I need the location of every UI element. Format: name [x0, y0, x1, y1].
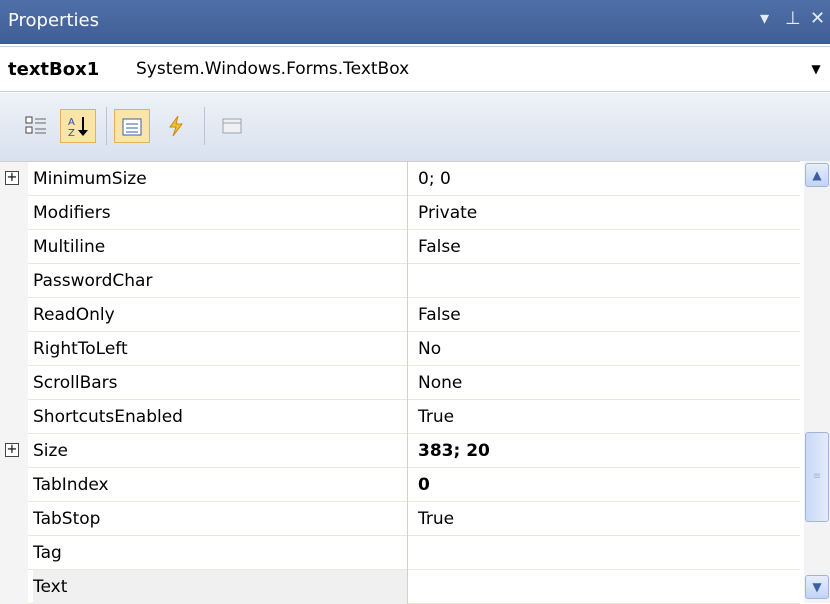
properties-toolbar: A Z	[0, 93, 830, 161]
property-name: Modifiers	[33, 196, 408, 230]
property-row-text[interactable]: Text	[0, 570, 800, 604]
property-row-tabstop[interactable]: TabStop True	[0, 502, 800, 536]
chevron-down-icon: ▼	[812, 580, 822, 594]
property-name: ShortcutsEnabled	[33, 400, 408, 434]
property-name: ScrollBars	[33, 366, 408, 400]
property-name: ReadOnly	[33, 298, 408, 332]
property-value[interactable]: True	[418, 502, 454, 536]
property-value[interactable]: Private	[418, 196, 477, 230]
property-value[interactable]: No	[418, 332, 441, 366]
properties-title-bar: Properties ▾ ⊥ ✕	[0, 0, 830, 44]
svg-text:A: A	[68, 117, 75, 128]
scroll-up-button[interactable]: ▲	[805, 163, 829, 187]
property-value[interactable]: False	[418, 230, 461, 264]
scrollbar-thumb[interactable]: ≡	[805, 432, 829, 522]
property-name: MinimumSize	[33, 162, 408, 196]
events-lightning-icon	[169, 115, 183, 137]
property-name: Size	[33, 434, 408, 468]
property-value[interactable]: 0; 0	[418, 162, 451, 196]
property-value[interactable]: False	[418, 298, 461, 332]
property-pages-button[interactable]	[214, 109, 250, 143]
window-title: Properties	[8, 10, 99, 31]
property-row-minimumsize[interactable]: + MinimumSize 0; 0	[0, 162, 800, 196]
sort-az-icon: A Z	[68, 117, 88, 139]
property-name: Text	[33, 570, 408, 604]
properties-button[interactable]	[114, 109, 150, 143]
chevron-up-icon: ▲	[812, 168, 822, 182]
property-row-passwordchar[interactable]: PasswordChar	[0, 264, 800, 298]
properties-icon	[122, 118, 142, 136]
vertical-scrollbar[interactable]: ▲ ≡ ▼	[804, 161, 830, 603]
property-value[interactable]: 0	[418, 468, 430, 502]
object-selector[interactable]: textBox1 System.Windows.Forms.TextBox ▼	[0, 46, 830, 92]
svg-text:Z: Z	[68, 128, 75, 138]
object-type: System.Windows.Forms.TextBox	[136, 59, 410, 79]
dropdown-arrow-icon[interactable]: ▾	[760, 8, 769, 29]
property-row-readonly[interactable]: ReadOnly False	[0, 298, 800, 332]
grip-icon: ≡	[812, 471, 822, 482]
property-row-tabindex[interactable]: TabIndex 0	[0, 468, 800, 502]
alphabetical-button[interactable]: A Z	[60, 109, 96, 143]
close-icon[interactable]: ✕	[810, 8, 825, 29]
events-button[interactable]	[158, 109, 194, 143]
property-name: RightToLeft	[33, 332, 408, 366]
property-name: Tag	[33, 536, 408, 570]
property-row-righttoleft[interactable]: RightToLeft No	[0, 332, 800, 366]
categorized-icon	[25, 116, 46, 134]
property-value[interactable]: True	[418, 400, 454, 434]
property-row-modifiers[interactable]: Modifiers Private	[0, 196, 800, 230]
property-row-multiline[interactable]: Multiline False	[0, 230, 800, 264]
pin-icon[interactable]: ⊥	[785, 8, 801, 29]
property-name: TabStop	[33, 502, 408, 536]
object-name: textBox1	[8, 59, 100, 80]
property-row-scrollbars[interactable]: ScrollBars None	[0, 366, 800, 400]
scroll-down-button[interactable]: ▼	[805, 575, 829, 599]
property-name: TabIndex	[33, 468, 408, 502]
property-name: PasswordChar	[33, 264, 408, 298]
expand-plus-icon[interactable]: +	[5, 443, 19, 457]
property-name: Multiline	[33, 230, 408, 264]
property-pages-icon	[222, 118, 242, 134]
property-grid: + MinimumSize 0; 0 Modifiers Private Mul…	[0, 161, 800, 604]
property-value[interactable]: None	[418, 366, 462, 400]
chevron-down-icon[interactable]: ▼	[806, 57, 826, 81]
expand-plus-icon[interactable]: +	[5, 171, 19, 185]
property-value[interactable]: 383; 20	[418, 434, 490, 468]
property-row-tag[interactable]: Tag	[0, 536, 800, 570]
property-row-size[interactable]: + Size 383; 20	[0, 434, 800, 468]
categorized-button[interactable]	[18, 109, 54, 143]
property-row-shortcutsenabled[interactable]: ShortcutsEnabled True	[0, 400, 800, 434]
